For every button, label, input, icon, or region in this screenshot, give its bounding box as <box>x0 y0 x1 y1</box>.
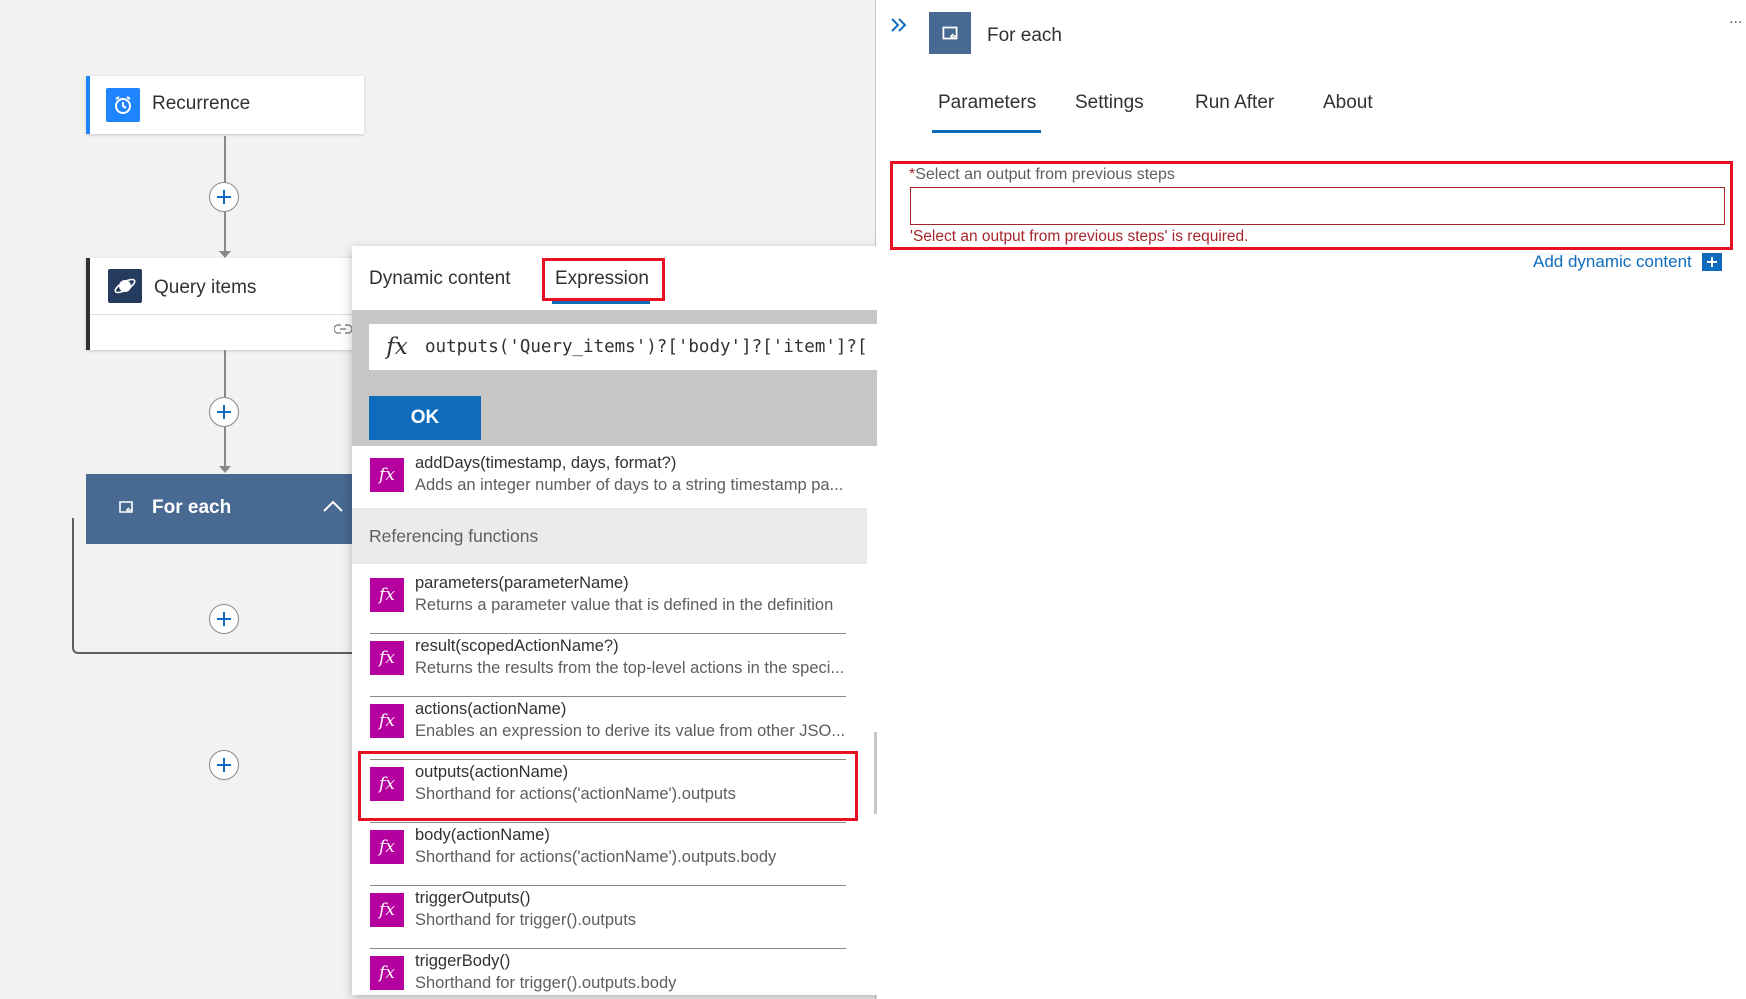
fx-icon: fx <box>370 956 404 990</box>
function-item-body[interactable]: fx body(actionName) Shorthand for action… <box>370 824 846 886</box>
loop-icon <box>116 498 136 521</box>
add-dynamic-content-label: Add dynamic content <box>1533 252 1692 271</box>
query-items-title: Query items <box>154 277 257 298</box>
function-item-adddays[interactable]: fx addDays(timestamp, days, format?) Add… <box>370 452 846 514</box>
tab-settings[interactable]: Settings <box>1075 92 1144 114</box>
expression-text: outputs('Query_items')?['body']?['item']… <box>425 337 868 357</box>
function-description: Shorthand for actions('actionName').outp… <box>415 848 777 866</box>
insert-step-button[interactable] <box>209 397 239 427</box>
fx-icon: fx <box>370 458 404 492</box>
add-dynamic-content-link[interactable]: Add dynamic content <box>1533 252 1722 272</box>
plus-icon <box>217 190 231 204</box>
recurrence-card[interactable]: Recurrence <box>86 76 364 134</box>
select-output-input[interactable] <box>910 187 1725 225</box>
action-details-panel: For each ... Parameters Settings Run Aft… <box>877 0 1746 999</box>
panel-title: For each <box>987 25 1062 46</box>
function-item-parameters[interactable]: fx parameters(parameterName) Returns a p… <box>370 572 846 634</box>
collapse-panel-icon[interactable] <box>889 16 909 39</box>
function-item-result[interactable]: fx result(scopedActionName?) Returns the… <box>370 635 846 697</box>
highlight-outputs-function <box>358 751 858 821</box>
function-signature: triggerOutputs() <box>415 889 531 907</box>
connector-line <box>224 427 226 466</box>
link-icon <box>333 322 353 341</box>
function-description: Enables an expression to derive its valu… <box>415 722 846 740</box>
chevron-up-icon[interactable] <box>322 499 344 518</box>
function-item-triggerbody[interactable]: fx triggerBody() Shorthand for trigger()… <box>370 950 846 995</box>
connector-line <box>224 136 226 182</box>
function-signature: parameters(parameterName) <box>415 574 629 592</box>
fx-icon: fx <box>370 641 404 675</box>
active-tab-underline <box>552 301 650 304</box>
fx-icon: fx <box>386 334 408 360</box>
active-tab-underline <box>932 130 1041 133</box>
cosmos-db-icon <box>108 269 142 303</box>
expression-editor-area: fx outputs('Query_items')?['body']?['ite… <box>352 310 893 446</box>
highlight-expression-tab <box>542 258 665 301</box>
more-options-button[interactable]: ... <box>1729 10 1742 28</box>
function-description: Shorthand for trigger().outputs.body <box>415 974 677 992</box>
section-header-referencing: Referencing functions <box>352 508 867 564</box>
fx-icon: fx <box>370 830 404 864</box>
add-icon <box>1701 253 1722 271</box>
function-signature: addDays(timestamp, days, format?) <box>415 454 677 472</box>
connector-line <box>224 350 226 397</box>
tab-run-after[interactable]: Run After <box>1195 92 1274 114</box>
insert-step-in-loop-button[interactable] <box>209 604 239 634</box>
query-items-card[interactable]: Query items <box>86 258 382 350</box>
connector-arrow <box>219 251 231 258</box>
card-divider <box>90 314 382 315</box>
field-label: *Select an output from previous steps <box>909 166 1175 184</box>
recurrence-title: Recurrence <box>152 93 251 114</box>
function-signature: result(scopedActionName?) <box>415 637 619 655</box>
dynamic-content-popup: Dynamic content Expression fx outputs('Q… <box>352 246 893 995</box>
function-signature: body(actionName) <box>415 826 550 844</box>
loop-icon <box>929 12 971 54</box>
tab-parameters[interactable]: Parameters <box>938 92 1036 114</box>
connector-line <box>224 212 226 251</box>
plus-icon <box>217 405 231 419</box>
insert-step-button[interactable] <box>209 182 239 212</box>
function-item-triggeroutputs[interactable]: fx triggerOutputs() Shorthand for trigge… <box>370 887 846 949</box>
alarm-clock-icon <box>106 88 140 122</box>
plus-icon <box>217 612 231 626</box>
function-description: Returns a parameter value that is define… <box>415 596 834 614</box>
foreach-title: For each <box>152 497 232 518</box>
function-description: Shorthand for trigger().outputs <box>415 911 637 929</box>
function-signature: actions(actionName) <box>415 700 567 718</box>
ok-button[interactable]: OK <box>369 396 481 440</box>
foreach-card-header[interactable]: For each <box>86 474 382 544</box>
tab-about[interactable]: About <box>1323 92 1373 114</box>
function-description: Adds an integer number of days to a stri… <box>415 476 844 494</box>
tab-dynamic-content[interactable]: Dynamic content <box>369 268 511 290</box>
function-signature: triggerBody() <box>415 952 511 970</box>
field-label-text: Select an output from previous steps <box>915 166 1175 183</box>
fx-icon: fx <box>370 704 404 738</box>
error-message: 'Select an output from previous steps' i… <box>910 228 1249 245</box>
function-description: Returns the results from the top-level a… <box>415 659 845 677</box>
fx-icon: fx <box>370 893 404 927</box>
connector-arrow <box>219 466 231 473</box>
new-step-button[interactable] <box>209 750 239 780</box>
plus-icon <box>217 758 231 772</box>
expression-input[interactable]: fx outputs('Query_items')?['body']?['ite… <box>369 324 877 370</box>
fx-icon: fx <box>370 578 404 612</box>
